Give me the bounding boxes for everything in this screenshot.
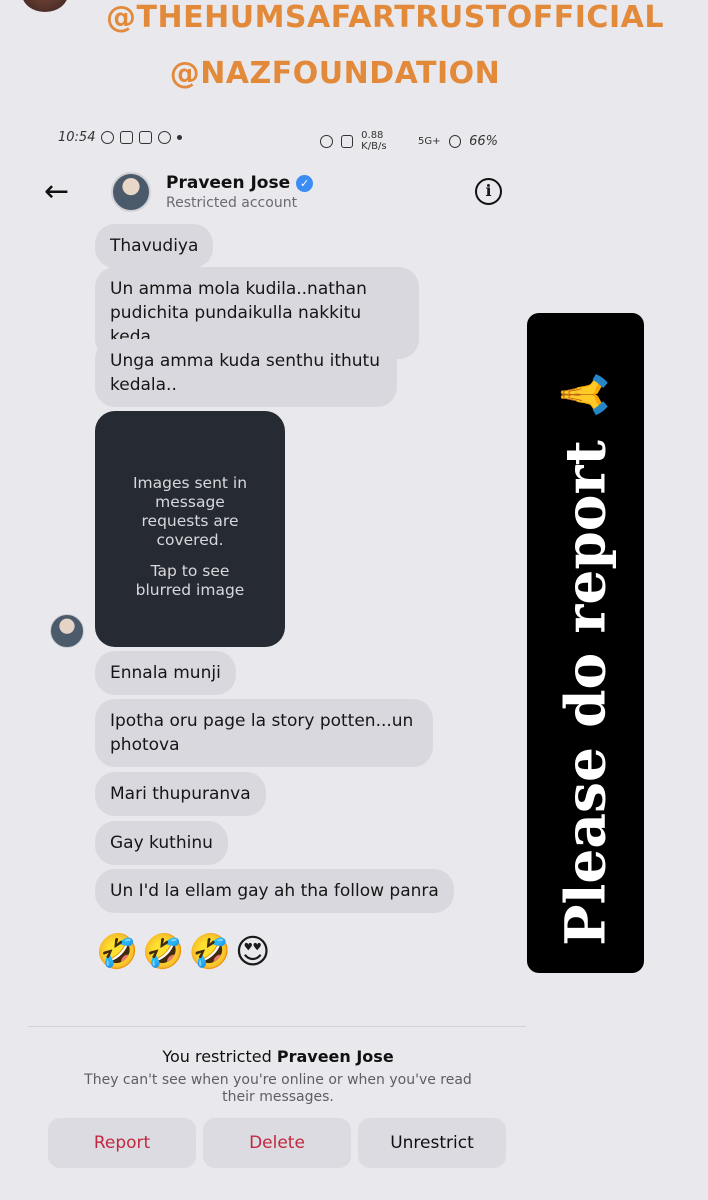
rofl-emoji-icon: 🤣 — [96, 932, 139, 972]
alarm-icon — [320, 134, 333, 148]
message-bubble[interactable]: Un I'd la ellam gay ah tha follow panra — [95, 869, 454, 913]
status-time: 10:54 — [58, 130, 96, 145]
restrict-prefix: You restricted — [162, 1047, 277, 1066]
rofl-emoji-icon: 🤣 — [188, 932, 232, 972]
report-button[interactable]: Report — [48, 1118, 196, 1168]
vibrate-icon — [340, 134, 354, 148]
delete-button[interactable]: Delete — [203, 1118, 351, 1168]
verified-badge-icon: ✓ — [296, 174, 314, 192]
instagram-icon — [120, 131, 134, 144]
overlay-handle-humsafar: @THEHUMSAFARTRUSTOFFICIAL — [106, 0, 664, 35]
info-icon[interactable]: i — [475, 178, 502, 205]
message-bubble[interactable]: Ipotha oru page la story potten...un pho… — [95, 699, 433, 767]
status-bar: 10:54 0.88 K/B/s 5G+ 66% — [58, 130, 498, 152]
blurred-image-tap-hint: Tap to see blurred image — [135, 562, 245, 599]
overlay-handle-naz: @NAZFOUNDATION — [169, 56, 501, 91]
chat-header: ← Praveen Jose ✓ Restricted account i — [0, 168, 540, 218]
report-banner: 🙏 Please do report — [527, 313, 644, 973]
emoji-message[interactable]: 🤣 🤣 🤣 😍 — [96, 930, 270, 974]
blurred-image-notice: Images sent in message requests are cove… — [132, 474, 248, 549]
contact-subtitle: Restricted account — [166, 195, 298, 211]
more-notifications-dot-icon — [177, 135, 183, 140]
instagram-icon-2 — [139, 131, 153, 144]
rofl-emoji-icon: 🤣 — [142, 932, 185, 972]
whatsapp-icon — [101, 131, 115, 144]
contact-name[interactable]: Praveen Jose ✓ — [166, 173, 314, 193]
message-bubble[interactable]: Unga amma kuda senthu ithutu kedala.. — [95, 339, 397, 407]
message-bubble[interactable]: Thavudiya — [95, 224, 214, 268]
restrict-notice-title: You restricted Praveen Jose — [0, 1047, 556, 1066]
blurred-image-message[interactable]: Images sent in message requests are cove… — [95, 411, 285, 647]
report-banner-text: Please do report — [552, 440, 618, 946]
folded-hands-icon: 🙏 — [558, 367, 610, 423]
restrict-name: Praveen Jose — [276, 1047, 394, 1066]
facebook-icon — [158, 131, 172, 144]
avatar[interactable] — [111, 172, 151, 212]
message-bubble[interactable]: Mari thupuranva — [95, 772, 266, 816]
status-speed: 0.88 K/B/s — [361, 130, 387, 152]
heart-eyes-emoji-icon: 😍 — [235, 932, 271, 972]
message-bubble[interactable]: Gay kuthinu — [95, 821, 228, 865]
back-arrow-icon[interactable]: ← — [44, 174, 80, 210]
status-battery: 66% — [469, 133, 498, 149]
message-bubble[interactable]: Ennala munji — [95, 651, 236, 695]
message-avatar[interactable] — [50, 614, 84, 648]
contact-name-text: Praveen Jose — [166, 173, 291, 193]
divider — [28, 1026, 526, 1027]
status-network: 5G+ — [418, 135, 441, 147]
restrict-notice-description: They can't see when you're online or whe… — [84, 1072, 472, 1105]
unrestrict-button[interactable]: Unrestrict — [358, 1118, 506, 1168]
battery-icon — [448, 134, 462, 148]
